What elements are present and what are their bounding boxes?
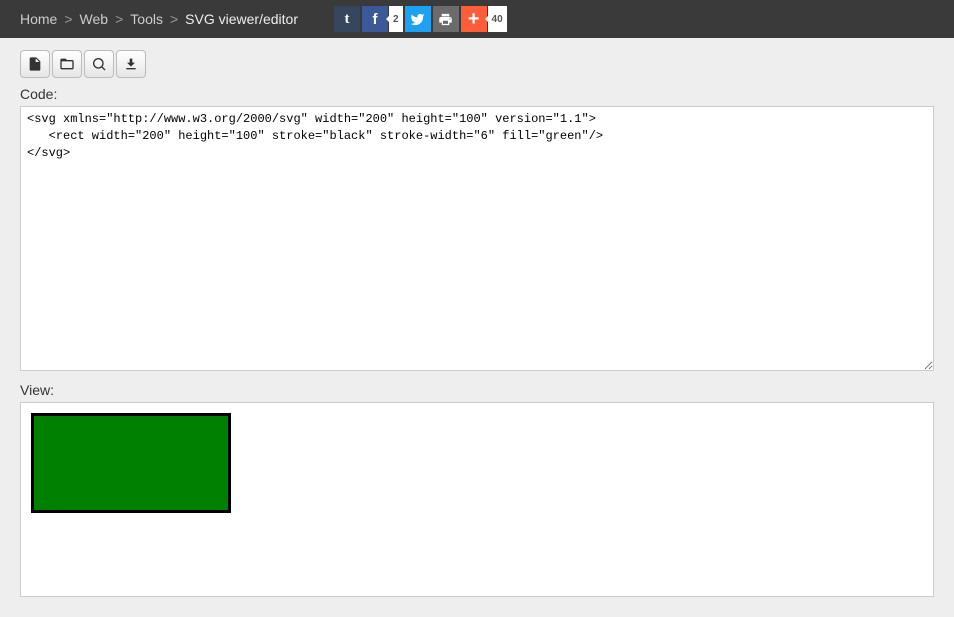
- open-file-button[interactable]: [52, 50, 82, 78]
- social-buttons: t f 2 + 40: [334, 6, 507, 32]
- breadcrumb: Home > Web > Tools > SVG viewer/editor: [20, 11, 298, 27]
- facebook-count: 2: [389, 6, 403, 32]
- facebook-icon: f: [372, 11, 377, 28]
- folder-open-icon: [59, 56, 75, 72]
- plus-icon: +: [468, 9, 480, 29]
- rendered-svg: [31, 413, 231, 513]
- svg-preview: [31, 413, 923, 513]
- twitter-icon: [410, 12, 425, 27]
- breadcrumb-tools[interactable]: Tools: [130, 11, 163, 27]
- code-label: Code:: [0, 86, 954, 106]
- new-file-button[interactable]: [20, 50, 50, 78]
- breadcrumb-sep: >: [64, 11, 72, 27]
- file-icon: [27, 56, 43, 72]
- print-button[interactable]: [433, 6, 459, 32]
- share-count: 40: [488, 6, 507, 32]
- breadcrumb-home[interactable]: Home: [20, 11, 57, 27]
- view-panel: [20, 402, 934, 597]
- addthis-share-button[interactable]: +: [461, 6, 487, 32]
- twitter-share-button[interactable]: [405, 6, 431, 32]
- tumblr-icon: t: [344, 11, 349, 28]
- breadcrumb-current: SVG viewer/editor: [185, 11, 298, 27]
- breadcrumb-sep: >: [170, 11, 178, 27]
- breadcrumb-web[interactable]: Web: [80, 11, 109, 27]
- magnifier-icon: [91, 56, 107, 72]
- download-icon: [123, 56, 139, 72]
- view-label: View:: [0, 382, 954, 402]
- toolbar: [0, 38, 954, 86]
- zoom-button[interactable]: [84, 50, 114, 78]
- code-textarea[interactable]: [20, 106, 934, 371]
- download-button[interactable]: [116, 50, 146, 78]
- top-bar: Home > Web > Tools > SVG viewer/editor t…: [0, 0, 954, 38]
- breadcrumb-sep: >: [115, 11, 123, 27]
- print-icon: [438, 12, 453, 27]
- rendered-rect: [31, 413, 231, 513]
- tumblr-share-button[interactable]: t: [334, 6, 360, 32]
- facebook-share-button[interactable]: f: [362, 6, 388, 32]
